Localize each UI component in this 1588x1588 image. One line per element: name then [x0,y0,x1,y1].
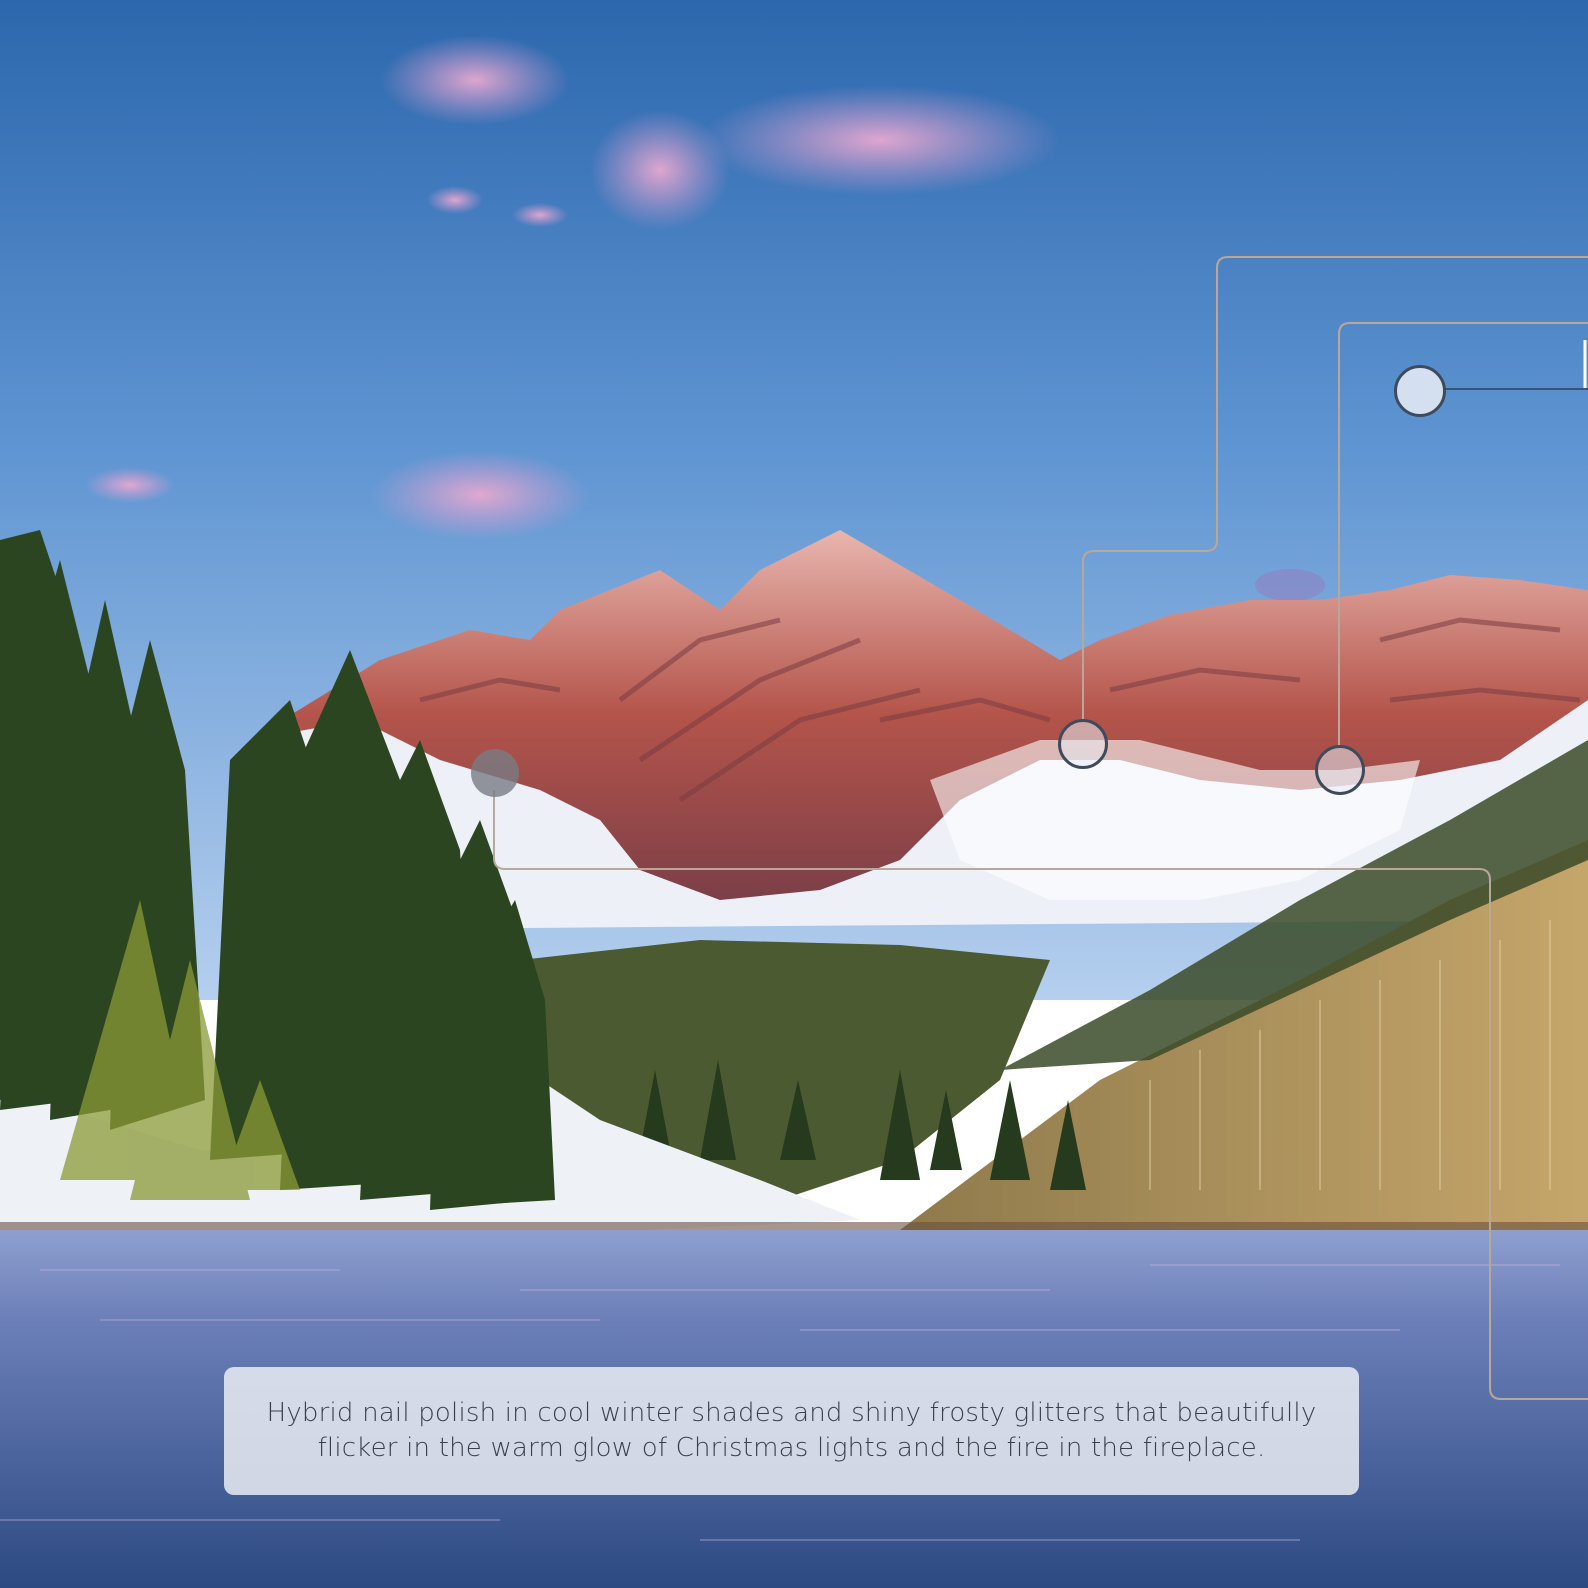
hotspot-sky[interactable] [1394,365,1446,417]
landscape-photo [0,0,1588,1588]
caption-panel: Hybrid nail polish in cool winter shades… [224,1367,1359,1495]
caption-text: Hybrid nail polish in cool winter shades… [266,1398,1317,1463]
hotspot-right-valley[interactable] [1315,745,1365,795]
hotspot-center-valley[interactable] [1058,719,1108,769]
hotspot-left-peak[interactable] [471,749,519,797]
